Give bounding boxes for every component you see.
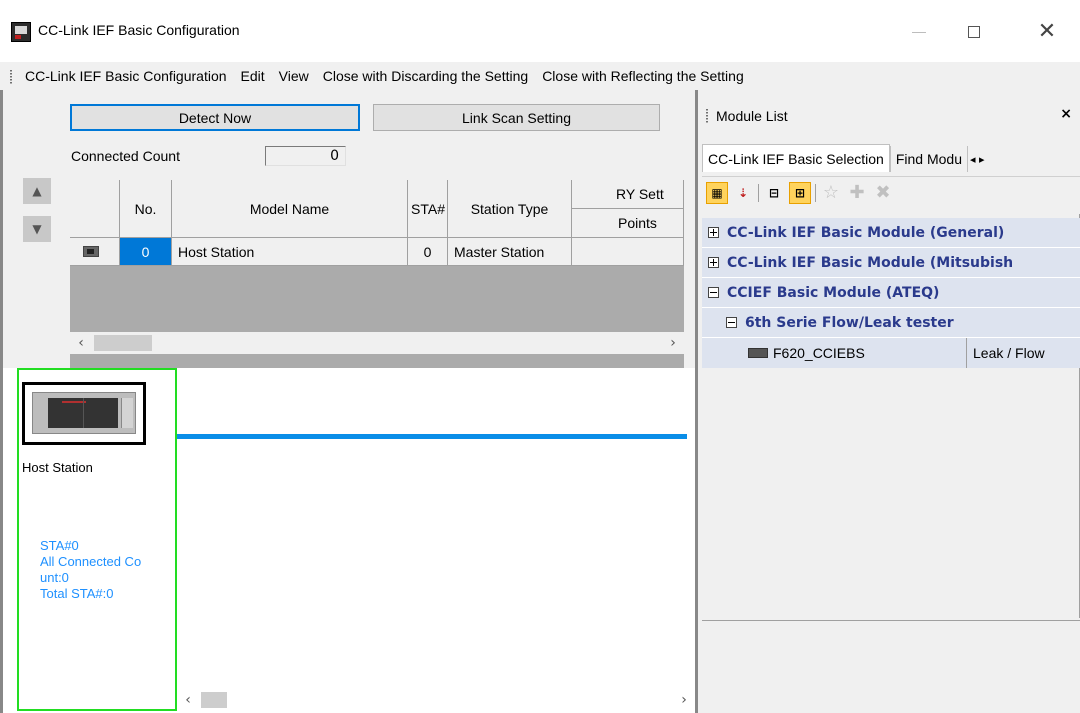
- menu-bar: CC-Link IEF Basic Configuration Edit Vie…: [0, 62, 1080, 90]
- plc-side: [121, 398, 133, 428]
- connected-count-field: 0: [265, 146, 346, 166]
- grid-horizontal-scrollbar[interactable]: ‹ ›: [70, 332, 684, 354]
- module-list-pane: Module List × CC-Link IEF Basic Selectio…: [695, 90, 1080, 713]
- row-model-name[interactable]: Host Station: [172, 238, 408, 266]
- grid-header-ry-setting[interactable]: RY Sett: [572, 180, 684, 209]
- move-up-button[interactable]: ▲: [23, 178, 51, 204]
- menu-item-configuration[interactable]: CC-Link IEF Basic Configuration: [18, 68, 234, 84]
- scroll-thumb[interactable]: [94, 335, 152, 351]
- info-total-sta: Total STA#:0: [40, 586, 114, 601]
- scroll-left-icon[interactable]: ‹: [70, 335, 92, 351]
- leaf-module-name: F620_CCIEBS: [773, 345, 865, 361]
- toolbar-separator: [815, 183, 816, 202]
- maximize-button[interactable]: [951, 10, 997, 54]
- row-no[interactable]: 0: [120, 238, 172, 266]
- grid-header-station-type[interactable]: Station Type: [448, 180, 572, 238]
- maximize-icon: [968, 26, 980, 38]
- module-list-close-button[interactable]: ×: [1060, 106, 1072, 122]
- info-all-connected: All Connected Co: [40, 554, 142, 569]
- module-list-toolbar: ▦ ⇣ ⊟ ⊞ ☆ ✚ ✖: [702, 176, 1080, 208]
- row-station-type[interactable]: Master Station: [448, 238, 572, 266]
- grid-header: No. Model Name STA# Station Type RY Sett…: [70, 180, 684, 238]
- grid-header-points[interactable]: Points: [572, 209, 684, 238]
- tree-node-flow-leak[interactable]: 6th Serie Flow/Leak tester: [702, 308, 1080, 338]
- sort-az-icon[interactable]: ⇣: [732, 182, 754, 204]
- title-bar: CC-Link IEF Basic Configuration ✕: [0, 0, 1080, 62]
- module-list-header: Module List ×: [698, 104, 1080, 128]
- tree-node-label: CC-Link IEF Basic Module (Mitsubish: [727, 254, 1014, 271]
- host-station-node[interactable]: Host Station STA#0 All Connected Co unt:…: [17, 368, 177, 711]
- tree-node-mitsubishi[interactable]: CC-Link IEF Basic Module (Mitsubish: [702, 248, 1080, 278]
- grid-header-no[interactable]: No.: [120, 180, 172, 238]
- scroll-thumb[interactable]: [201, 692, 227, 708]
- leaf-module-desc: Leak / Flow: [966, 338, 1045, 368]
- collapse-all-icon[interactable]: ⊟: [763, 182, 785, 204]
- menu-item-edit[interactable]: Edit: [234, 68, 272, 84]
- category-view-icon[interactable]: ▦: [706, 181, 728, 204]
- link-scan-setting-button[interactable]: Link Scan Setting: [373, 104, 660, 131]
- collapse-icon[interactable]: [708, 287, 719, 298]
- configuration-pane: Detect Now Link Scan Setting Connected C…: [0, 90, 695, 713]
- add-module-icon[interactable]: ✚: [846, 182, 868, 204]
- row-sta[interactable]: 0: [408, 238, 448, 266]
- scroll-right-icon[interactable]: ›: [673, 692, 695, 708]
- expand-icon[interactable]: [708, 227, 719, 238]
- collapse-icon[interactable]: [726, 317, 737, 328]
- plc-icon: [22, 382, 146, 445]
- close-icon: ✕: [1037, 19, 1057, 44]
- app-icon: [11, 22, 31, 42]
- menu-grip-icon: [0, 67, 18, 85]
- expand-icon[interactable]: [708, 257, 719, 268]
- row-module-cell: [70, 238, 120, 266]
- expand-all-icon[interactable]: ⊞: [789, 181, 811, 204]
- network-diagram: Host Station STA#0 All Connected Co unt:…: [3, 368, 695, 713]
- row-points[interactable]: [572, 238, 684, 266]
- tree-node-ateq[interactable]: CCIEF Basic Module (ATEQ): [702, 278, 1080, 308]
- scroll-left-icon[interactable]: ‹: [177, 692, 199, 708]
- grid-header-icon-col: [70, 180, 120, 238]
- tab-find-module[interactable]: Find Modu: [889, 146, 968, 172]
- plc-body: [32, 392, 136, 434]
- menu-item-close-reflect[interactable]: Close with Reflecting the Setting: [535, 68, 751, 84]
- table-row[interactable]: 0 Host Station 0 Master Station: [70, 238, 684, 266]
- module-list-title: Module List: [716, 108, 788, 124]
- tree-node-label: CC-Link IEF Basic Module (General): [727, 224, 1005, 241]
- info-count: unt:0: [40, 570, 69, 585]
- window-title: CC-Link IEF Basic Configuration: [38, 22, 240, 38]
- minimize-icon: [912, 31, 926, 33]
- close-window-button[interactable]: ✕: [1024, 10, 1070, 54]
- network-link-line: [177, 434, 687, 439]
- delete-icon[interactable]: ✖: [872, 182, 894, 204]
- host-station-label: Host Station: [22, 460, 93, 475]
- menu-item-close-discard[interactable]: Close with Discarding the Setting: [316, 68, 535, 84]
- module-icon: [83, 246, 99, 257]
- menu-item-view[interactable]: View: [272, 68, 316, 84]
- move-down-button[interactable]: ▼: [23, 216, 51, 242]
- tree-leaf-module[interactable]: F620_CCIEBS Leak / Flow: [702, 338, 1080, 368]
- tab-basic-selection[interactable]: CC-Link IEF Basic Selection: [702, 144, 890, 172]
- tree-node-label: CCIEF Basic Module (ATEQ): [727, 284, 940, 301]
- tree-node-label: 6th Serie Flow/Leak tester: [745, 314, 954, 331]
- tab-scroll-arrows-icon[interactable]: ◂ ▸: [970, 146, 985, 172]
- connected-count-label: Connected Count: [71, 148, 180, 164]
- arrow-up-icon: ▲: [32, 184, 42, 198]
- diagram-horizontal-scrollbar[interactable]: ‹ ›: [177, 689, 695, 711]
- plc-front: [48, 398, 118, 428]
- module-icon: [748, 348, 768, 358]
- arrow-down-icon: ▼: [32, 222, 42, 236]
- module-tree: CC-Link IEF Basic Module (General) CC-Li…: [702, 214, 1080, 618]
- minimize-button[interactable]: [896, 10, 942, 54]
- tree-node-general[interactable]: CC-Link IEF Basic Module (General): [702, 218, 1080, 248]
- info-sta: STA#0: [40, 538, 79, 553]
- favorite-icon[interactable]: ☆: [820, 182, 842, 204]
- grid-header-model-name[interactable]: Model Name: [172, 180, 408, 238]
- module-info-panel: [702, 620, 1080, 713]
- module-list-tabs: CC-Link IEF Basic Selection Find Modu ◂ …: [702, 144, 1080, 172]
- toolbar-separator: [758, 183, 759, 202]
- pane-grip-icon[interactable]: [698, 107, 712, 125]
- grid-header-sta[interactable]: STA#: [408, 180, 448, 238]
- scroll-right-icon[interactable]: ›: [662, 335, 684, 351]
- host-station-info: STA#0 All Connected Co unt:0 Total STA#:…: [40, 538, 175, 602]
- detect-now-button[interactable]: Detect Now: [70, 104, 360, 131]
